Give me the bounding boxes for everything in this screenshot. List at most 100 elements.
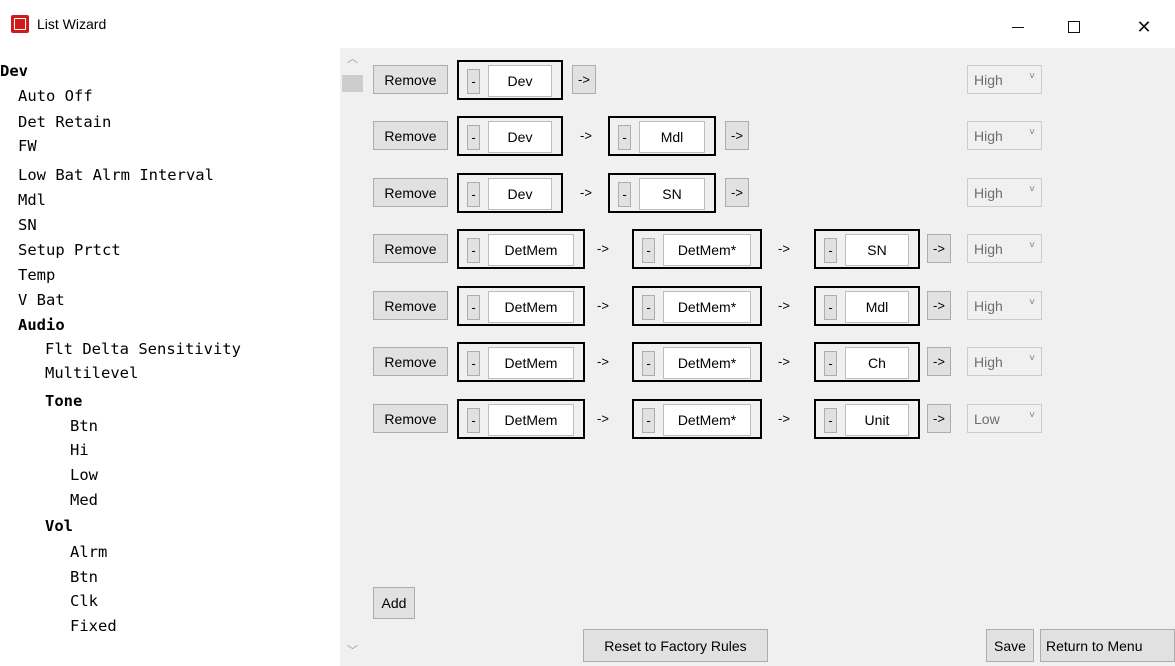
remove-segment-button[interactable]: - [467,351,480,376]
segment-field[interactable]: Unit [845,404,909,436]
remove-button[interactable]: Remove [373,178,448,207]
remove-segment-button[interactable]: - [824,238,837,263]
append-segment-button[interactable]: -> [572,65,596,94]
tree-item[interactable]: Med [70,491,98,510]
tree-item[interactable]: Flt Delta Sensitivity [45,340,241,359]
segment-field[interactable]: Dev [488,121,552,153]
segment-field[interactable]: SN [639,178,705,210]
tree-item[interactable]: Temp [18,266,55,285]
priority-select[interactable]: High ˅ [967,291,1042,320]
remove-segment-button[interactable]: - [642,295,655,320]
append-segment-button[interactable]: -> [927,234,951,263]
rule-segment: - DetMem* [632,229,762,269]
close-button[interactable]: ✕ [1121,0,1167,54]
segment-field[interactable]: DetMem* [663,404,751,436]
tree-item[interactable]: Btn [70,417,98,436]
tree-item[interactable]: SN [18,216,37,235]
rule-segment: - DetMem* [632,399,762,439]
remove-segment-button[interactable]: - [642,351,655,376]
segment-field[interactable]: DetMem [488,234,574,266]
segment-field[interactable]: DetMem* [663,347,751,379]
tree-item[interactable]: Audio [18,316,65,335]
tree-item[interactable]: Multilevel [45,364,138,383]
tree-item[interactable]: Fixed [70,617,117,636]
priority-select[interactable]: High ˅ [967,121,1042,150]
segment-arrow: -> [778,411,790,426]
remove-segment-button[interactable]: - [467,408,480,433]
segment-arrow: -> [580,128,592,143]
remove-segment-button[interactable]: - [824,408,837,433]
remove-segment-button[interactable]: - [467,182,480,207]
priority-select[interactable]: High ˅ [967,65,1042,94]
segment-field[interactable]: Dev [488,65,552,97]
save-button[interactable]: Save [986,629,1034,662]
remove-segment-button[interactable]: - [467,69,480,94]
return-to-menu-button[interactable]: Return to Menu [1040,629,1175,662]
remove-segment-button[interactable]: - [467,295,480,320]
remove-segment-button[interactable]: - [642,408,655,433]
maximize-button[interactable] [1051,0,1097,54]
tree-item[interactable]: V Bat [18,291,65,310]
reset-to-factory-rules-button[interactable]: Reset to Factory Rules [583,629,768,662]
tree-item[interactable]: Vol [45,517,73,536]
tree-item[interactable]: Low [70,466,98,485]
title-bar: List Wizard ✕ [0,0,1175,54]
scroll-down-icon[interactable]: ﹀ [347,646,358,657]
scroll-up-icon[interactable]: ︿ [347,54,358,65]
append-segment-button[interactable]: -> [927,347,951,376]
tree-item[interactable]: FW [18,137,37,156]
priority-select[interactable]: High ˅ [967,347,1042,376]
tree-item[interactable]: Tone [45,392,82,411]
segment-field[interactable]: Mdl [639,121,705,153]
rule-segment: - DetMem [457,342,585,382]
minimize-button[interactable] [995,0,1041,54]
tree-item[interactable]: Auto Off [18,87,93,106]
remove-button[interactable]: Remove [373,121,448,150]
segment-field[interactable]: Dev [488,178,552,210]
priority-select[interactable]: Low ˅ [967,404,1042,433]
add-rule-button[interactable]: Add [373,587,415,619]
segment-field[interactable]: DetMem [488,404,574,436]
tree-item[interactable]: Setup Prtct [18,241,121,260]
tree-item[interactable]: Dev [0,62,28,81]
remove-button[interactable]: Remove [373,234,448,263]
remove-button[interactable]: Remove [373,404,448,433]
tree-item[interactable]: Low Bat Alrm Interval [18,166,214,185]
vertical-scrollbar[interactable]: ︿ ﹀ [340,48,365,666]
append-segment-button[interactable]: -> [725,178,749,207]
remove-segment-button[interactable]: - [618,125,631,150]
segment-field[interactable]: SN [845,234,909,266]
segment-field[interactable]: DetMem* [663,291,751,323]
rule-segment: - Dev [457,116,563,156]
scroll-thumb[interactable] [342,75,363,92]
remove-segment-button[interactable]: - [467,125,480,150]
remove-segment-button[interactable]: - [467,238,480,263]
remove-segment-button[interactable]: - [824,295,837,320]
priority-select[interactable]: High ˅ [967,178,1042,207]
segment-field[interactable]: DetMem* [663,234,751,266]
tree-item[interactable]: Det Retain [18,113,111,132]
remove-button[interactable]: Remove [373,65,448,94]
segment-field[interactable]: Mdl [845,291,909,323]
tree-item[interactable]: Mdl [18,191,46,210]
segment-field[interactable]: DetMem [488,291,574,323]
priority-value: High [974,71,1003,88]
segment-field[interactable]: DetMem [488,347,574,379]
tree-item[interactable]: Alrm [70,543,107,562]
remove-segment-button[interactable]: - [618,182,631,207]
remove-button[interactable]: Remove [373,347,448,376]
remove-segment-button[interactable]: - [642,238,655,263]
segment-field[interactable]: Ch [845,347,909,379]
priority-select[interactable]: High ˅ [967,234,1042,263]
append-segment-button[interactable]: -> [927,404,951,433]
remove-button[interactable]: Remove [373,291,448,320]
rule-segment: - DetMem* [632,286,762,326]
tree-item[interactable]: Btn [70,568,98,587]
append-segment-button[interactable]: -> [927,291,951,320]
append-segment-button[interactable]: -> [725,121,749,150]
remove-segment-button[interactable]: - [824,351,837,376]
rule-segment: - Mdl [608,116,716,156]
chevron-down-icon: ˅ [1029,410,1035,421]
tree-item[interactable]: Hi [70,441,89,460]
tree-item[interactable]: Clk [70,592,98,611]
